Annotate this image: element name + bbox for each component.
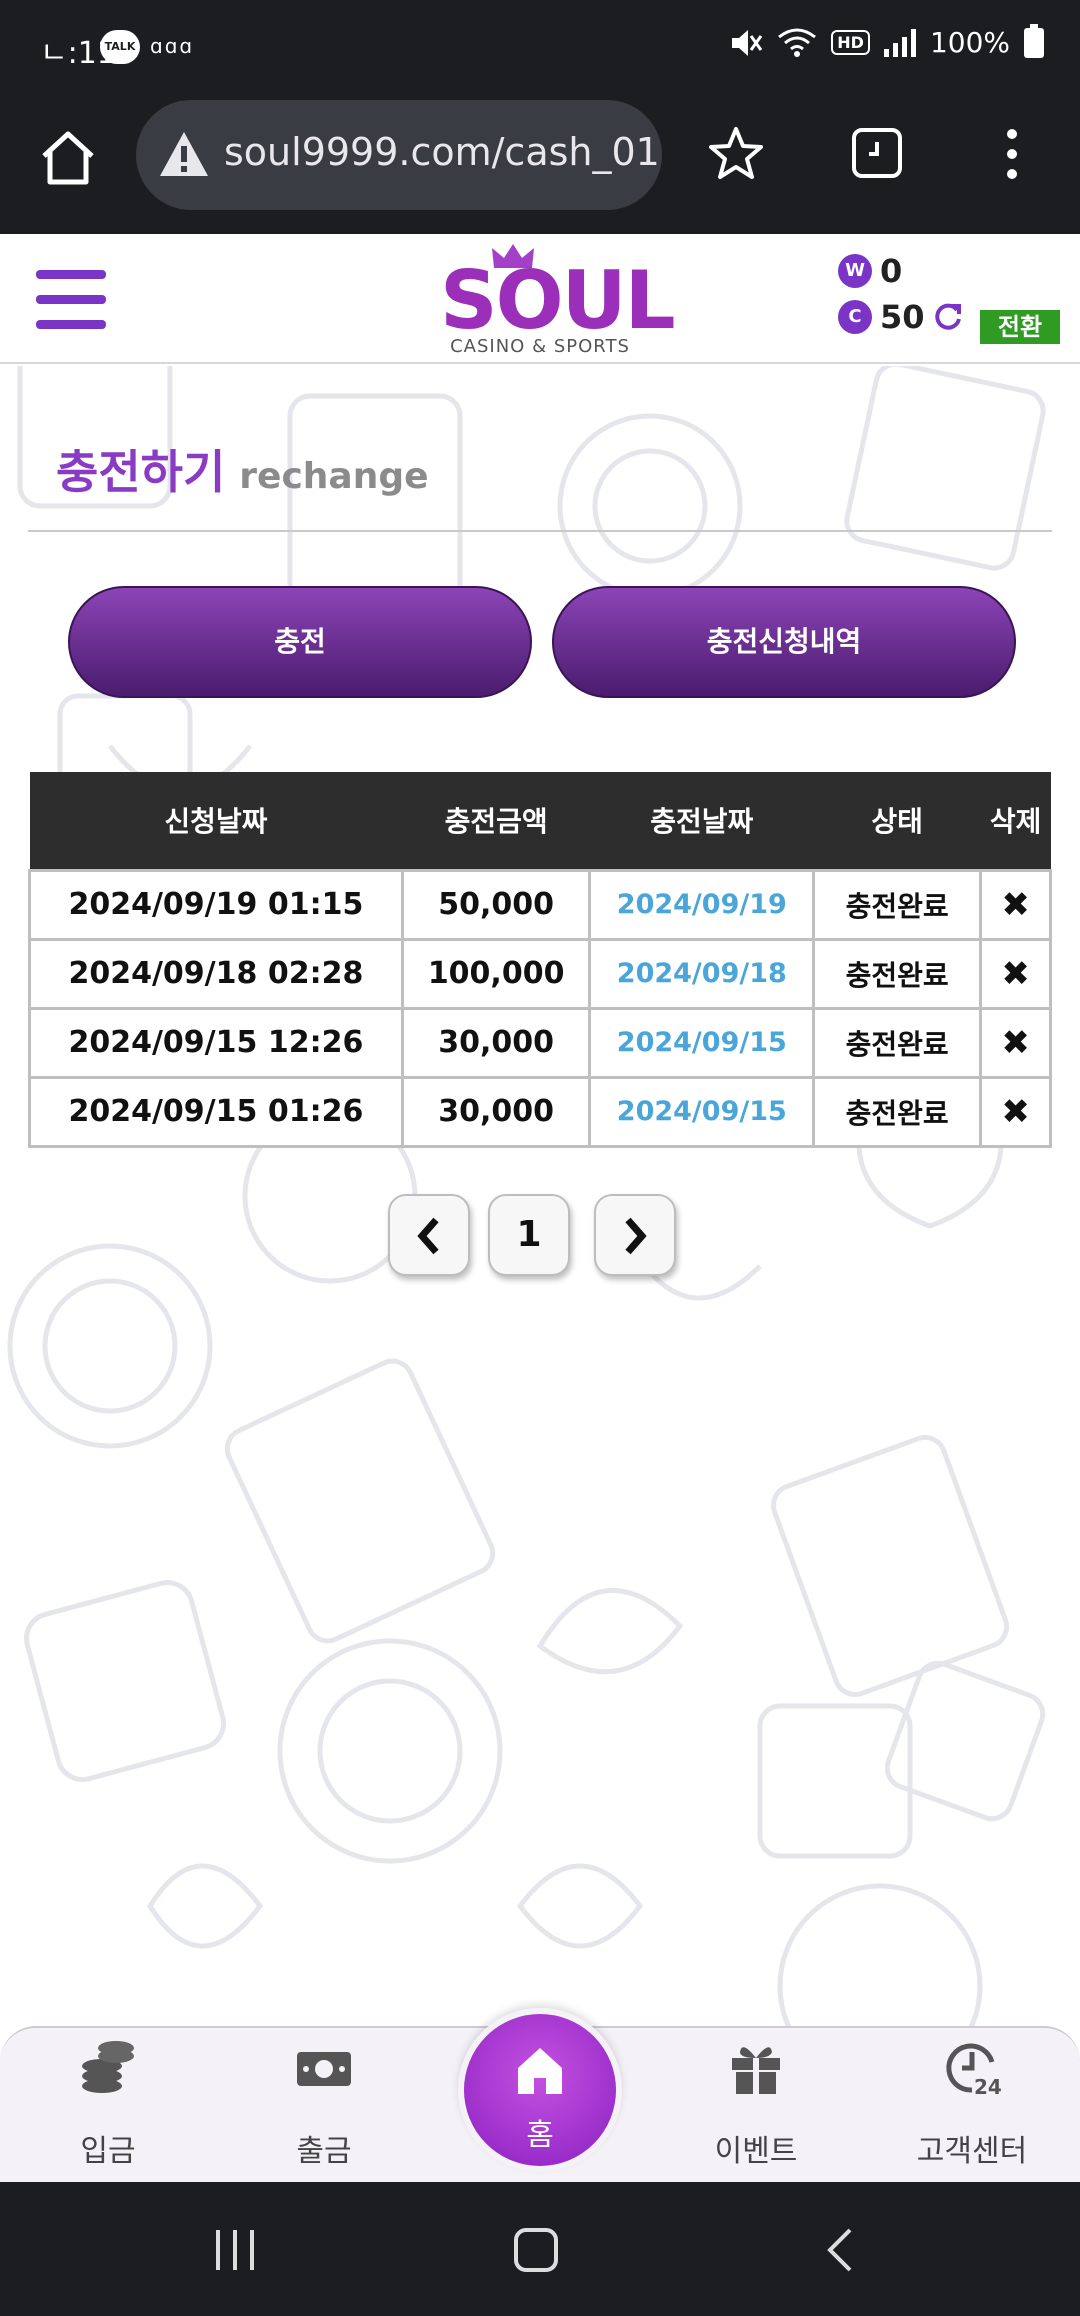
request-date-cell: 2024/09/15 01:26 bbox=[28, 1075, 404, 1148]
tab-switcher-icon[interactable] bbox=[850, 124, 904, 182]
delete-icon[interactable]: ✖ bbox=[979, 868, 1052, 941]
nav-withdraw-label: 출금 bbox=[296, 2134, 352, 2169]
w-balance-value: 0 bbox=[880, 252, 903, 290]
hamburger-menu-icon[interactable] bbox=[36, 270, 106, 330]
battery-percent: 100% bbox=[929, 26, 1010, 59]
status-cell: 충전완료 bbox=[812, 1006, 983, 1079]
status-bar: ㄴ:11 TALK ɑɑɑ HD 100% bbox=[0, 0, 1080, 96]
page-title-english: rechange bbox=[239, 456, 429, 497]
status-icons: HD 100% bbox=[729, 23, 1044, 59]
back-icon[interactable] bbox=[822, 2226, 858, 2274]
gift-icon bbox=[732, 2047, 780, 2094]
delete-icon[interactable]: ✖ bbox=[979, 1075, 1052, 1148]
table-header-row: 신청날짜 충전금액 충전날짜 상태 삭제 bbox=[29, 772, 1051, 870]
table-row: 2024/09/15 01:26 30,000 2024/09/15 충전완료 … bbox=[28, 1075, 1052, 1148]
wifi-icon bbox=[778, 28, 817, 57]
charge-history-table: 신청날짜 충전금액 충전날짜 상태 삭제 2024/09/19 01:15 50… bbox=[28, 772, 1052, 1148]
amount-cell: 30,000 bbox=[400, 1075, 592, 1148]
mute-icon bbox=[732, 29, 763, 56]
notification-icons: ɑɑɑ bbox=[150, 34, 195, 58]
nav-event-label: 이벤트 bbox=[714, 2134, 798, 2169]
table-row: 2024/09/19 01:15 50,000 2024/09/19 충전완료 … bbox=[28, 868, 1052, 941]
address-bar[interactable]: soul9999.com/cash_01 bbox=[136, 100, 662, 210]
svg-text:24: 24 bbox=[974, 2075, 1002, 2098]
refresh-icon[interactable] bbox=[933, 302, 963, 332]
kakaotalk-notification-icon: TALK bbox=[100, 30, 140, 64]
page-title-korean: 충전하기 bbox=[56, 445, 226, 499]
nav-withdraw[interactable]: 출금 bbox=[216, 2028, 432, 2184]
main-content: 충전하기 rechange 충전 충전신청내역 신청날짜 충전금액 충전날짜 상… bbox=[0, 366, 1080, 2026]
column-request-date: 신청날짜 bbox=[29, 772, 403, 870]
column-amount: 충전금액 bbox=[402, 772, 590, 870]
nav-home-button[interactable]: 홈 bbox=[458, 2008, 622, 2172]
page-number-button[interactable]: 1 bbox=[488, 1194, 570, 1276]
convert-button[interactable]: 전환 bbox=[980, 310, 1060, 344]
title-divider bbox=[28, 530, 1052, 532]
signal-icon bbox=[883, 28, 916, 57]
column-delete: 삭제 bbox=[980, 772, 1051, 870]
charge-tab-button[interactable]: 충전 bbox=[68, 586, 532, 698]
hd-voice-icon: HD bbox=[831, 30, 870, 55]
home-icon bbox=[518, 2048, 562, 2094]
charge-date-cell: 2024/09/19 bbox=[588, 868, 816, 941]
amount-cell: 50,000 bbox=[400, 868, 592, 941]
request-date-cell: 2024/09/18 02:28 bbox=[28, 937, 404, 1010]
status-cell: 충전완료 bbox=[812, 1075, 983, 1148]
nav-deposit-label: 입금 bbox=[80, 2134, 136, 2169]
browser-more-menu-icon[interactable] bbox=[1000, 126, 1024, 182]
c-balance-row: C 50 bbox=[838, 298, 963, 336]
logo-subtitle: CASINO & SPORTS bbox=[450, 336, 630, 357]
page-title: 충전하기 rechange bbox=[56, 436, 429, 502]
site-logo[interactable]: SOUL CASINO & SPORTS bbox=[440, 242, 676, 362]
nav-support-label: 고객센터 bbox=[916, 2134, 1028, 2169]
delete-icon[interactable]: ✖ bbox=[979, 937, 1052, 1010]
column-charge-date: 충전날짜 bbox=[589, 772, 814, 870]
cash-icon bbox=[297, 2052, 351, 2086]
w-balance-row: W 0 bbox=[838, 252, 902, 290]
browser-toolbar: soul9999.com/cash_01 bbox=[0, 96, 1080, 234]
c-balance-value: 50 bbox=[880, 298, 925, 336]
amount-cell: 100,000 bbox=[400, 937, 592, 1010]
coins-icon bbox=[82, 2041, 134, 2093]
nav-event[interactable]: 이벤트 bbox=[648, 2028, 864, 2184]
24h-support-icon: 24 bbox=[946, 2043, 1002, 2098]
status-cell: 충전완료 bbox=[812, 937, 983, 1010]
delete-icon[interactable]: ✖ bbox=[979, 1006, 1052, 1079]
site-header: SOUL CASINO & SPORTS W 0 C 50 전환 bbox=[0, 234, 1080, 364]
nav-home-label: 홈 bbox=[526, 2118, 554, 2153]
request-date-cell: 2024/09/15 12:26 bbox=[28, 1006, 404, 1079]
charge-date-cell: 2024/09/15 bbox=[588, 1006, 816, 1079]
prev-page-button[interactable] bbox=[388, 1194, 470, 1276]
battery-icon bbox=[1024, 23, 1044, 58]
chevron-right-icon bbox=[625, 1217, 647, 1255]
system-home-icon[interactable] bbox=[512, 2226, 560, 2274]
logo-wordmark: SOUL bbox=[440, 254, 676, 347]
charge-history-tab-button[interactable]: 충전신청내역 bbox=[552, 586, 1016, 698]
bookmark-star-icon[interactable] bbox=[706, 124, 766, 184]
browser-home-icon[interactable] bbox=[36, 126, 100, 190]
url-text[interactable]: soul9999.com/cash_01 bbox=[224, 130, 660, 174]
amount-cell: 30,000 bbox=[400, 1006, 592, 1079]
request-date-cell: 2024/09/19 01:15 bbox=[28, 868, 404, 941]
table-row: 2024/09/15 12:26 30,000 2024/09/15 충전완료 … bbox=[28, 1006, 1052, 1079]
charge-date-cell: 2024/09/18 bbox=[588, 937, 816, 1010]
table-row: 2024/09/18 02:28 100,000 2024/09/18 충전완료… bbox=[28, 937, 1052, 1010]
column-status: 상태 bbox=[813, 772, 981, 870]
nav-support[interactable]: 24 고객센터 bbox=[864, 2028, 1080, 2184]
wallet-balance: W 0 C 50 전환 bbox=[838, 248, 1078, 348]
recent-apps-icon[interactable] bbox=[212, 2228, 258, 2272]
status-cell: 충전완료 bbox=[812, 868, 983, 941]
w-coin-icon: W bbox=[838, 254, 872, 288]
next-page-button[interactable] bbox=[594, 1194, 676, 1276]
chevron-left-icon bbox=[417, 1217, 439, 1255]
not-secure-warning-icon[interactable] bbox=[158, 130, 210, 178]
c-coin-icon: C bbox=[838, 300, 872, 334]
charge-date-cell: 2024/09/15 bbox=[588, 1075, 816, 1148]
nav-deposit[interactable]: 입금 bbox=[0, 2028, 216, 2184]
system-navigation-bar bbox=[0, 2182, 1080, 2316]
